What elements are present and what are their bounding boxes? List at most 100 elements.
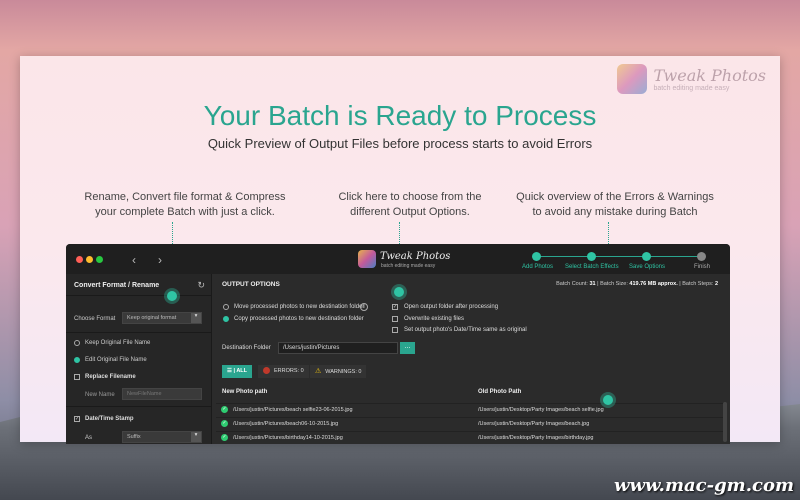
steps-progress-line — [536, 256, 702, 257]
column-new-path[interactable]: New Photo path — [222, 389, 267, 395]
app-tagline: batch editing made easy — [381, 263, 436, 269]
batch-steps-label: Batch Steps: — [682, 281, 714, 287]
step-label-finish[interactable]: Finish — [694, 264, 710, 270]
minimize-window-button[interactable] — [86, 256, 93, 263]
date-stamp-checkbox[interactable]: ✓ — [74, 416, 80, 422]
browse-folder-button[interactable]: ... — [400, 342, 415, 354]
callout-output-options: Click here to choose from the different … — [338, 191, 482, 218]
page-title: Your Batch is Ready to Process — [203, 100, 597, 131]
output-options-title: OUTPUT OPTIONS — [222, 281, 280, 288]
callout-dot — [394, 287, 404, 297]
filter-warnings-tab[interactable]: ⚠ WARNINGS: 0 — [310, 365, 367, 378]
brand-logo-icon — [617, 64, 648, 94]
new-name-input[interactable]: NewFileName — [122, 388, 202, 400]
callout-dot — [603, 395, 613, 405]
divider — [66, 295, 212, 296]
old-path-cell: /Users/justin/Desktop/Party Images/beach… — [478, 407, 604, 413]
brand-name: Tweak Photos — [653, 66, 766, 85]
stamp-position-select[interactable]: Suffix ▾ — [122, 431, 202, 443]
callout-rename: Rename, Convert file format & Compress y… — [84, 191, 286, 218]
new-path-cell: /Users/justin/Pictures/beach06-10-2015.j… — [233, 421, 339, 427]
column-old-path[interactable]: Old Photo Path — [478, 389, 521, 395]
filter-errors-tab[interactable]: ERRORS: 0 — [258, 365, 309, 378]
brand-tagline: batch editing made easy — [653, 85, 730, 92]
app-name: Tweak Photos — [380, 251, 451, 262]
error-icon — [263, 367, 270, 375]
batch-info: Batch Count: 31 | Batch Size: 419.76 MB … — [556, 281, 718, 287]
title-bar: ‹ › Tweak Photos batch editing made easy… — [66, 244, 730, 274]
stamp-position-value: Suffix — [127, 434, 141, 440]
move-option-label[interactable]: Move processed photos to new destination… — [234, 304, 364, 310]
batch-steps: 2 — [714, 281, 718, 287]
open-folder-checkbox[interactable]: ✓ — [392, 304, 398, 310]
edit-name-label[interactable]: Edit Original File Name — [85, 357, 147, 363]
back-chevron-icon[interactable]: ‹ — [132, 253, 136, 267]
step-label-select-effects[interactable]: Select Batch Effects — [565, 264, 619, 270]
old-path-cell: /Users/justin/Desktop/Party Images/birth… — [478, 435, 594, 441]
watermark: www.mac-gm.com — [614, 475, 794, 496]
step-dot-save-options[interactable] — [642, 252, 651, 261]
copy-option-radio[interactable] — [223, 316, 229, 322]
table-row[interactable]: ✓ /Users/justin/Pictures/beach selfie23-… — [216, 403, 724, 415]
refresh-icon[interactable]: ↻ — [197, 280, 205, 291]
edit-name-radio[interactable] — [74, 357, 80, 363]
success-check-icon: ✓ — [221, 420, 228, 427]
callout-dot — [167, 291, 177, 301]
table-row[interactable]: ✓ /Users/justin/Pictures/beach06-10-2015… — [216, 417, 724, 429]
filter-all-label: ALL — [236, 368, 248, 374]
info-icon[interactable]: i — [360, 303, 368, 311]
choose-format-label: Choose Format — [74, 316, 116, 322]
chevron-down-icon: ▾ — [191, 313, 201, 323]
filter-errors-label: ERRORS: 0 — [274, 368, 304, 374]
page-subtitle: Quick Preview of Output Files before pro… — [207, 136, 593, 151]
table-row[interactable]: ✓ /Users/justin/Pictures/birthday14-10-2… — [216, 431, 724, 443]
warning-icon: ⚠ — [315, 368, 322, 375]
date-stamp-label[interactable]: Date/Time Stamp — [85, 416, 134, 422]
format-select-value: Keep original format — [127, 315, 177, 321]
brand-logo: Tweak Photos batch editing made easy — [617, 64, 766, 94]
replace-filename-label[interactable]: Replace Filename — [85, 374, 136, 380]
batch-size: 419.76 MB approx. — [629, 281, 678, 287]
step-label-save-options[interactable]: Save Options — [629, 264, 665, 270]
divider — [66, 332, 212, 333]
keep-name-radio[interactable] — [74, 340, 80, 346]
chevron-down-icon: ▾ — [191, 432, 201, 442]
set-date-checkbox[interactable] — [392, 327, 398, 333]
old-path-cell: /Users/justin/Desktop/Party Images/beach… — [478, 421, 590, 427]
replace-filename-checkbox[interactable] — [74, 374, 80, 380]
move-option-radio[interactable] — [223, 304, 229, 310]
overwrite-label[interactable]: Overwrite existing files — [404, 316, 464, 322]
as-label: As — [85, 435, 93, 441]
success-check-icon: ✓ — [221, 406, 228, 413]
overwrite-checkbox[interactable] — [392, 316, 398, 322]
convert-rename-panel: Convert Format / Rename ↻ Choose Format … — [66, 274, 212, 444]
step-label-add-photos[interactable]: Add Photos — [522, 264, 553, 270]
step-dot-add-photos[interactable] — [532, 252, 541, 261]
close-window-button[interactable] — [76, 256, 83, 263]
filter-warnings-label: WARNINGS: 0 — [325, 369, 362, 375]
batch-count: 31 — [589, 281, 596, 287]
new-path-cell: /Users/justin/Pictures/beach selfie23-06… — [233, 407, 353, 413]
copy-option-label[interactable]: Copy processed photos to new destination… — [234, 316, 364, 322]
step-dot-finish[interactable] — [697, 252, 706, 261]
table-scrollbar[interactable] — [723, 402, 727, 442]
divider — [66, 406, 212, 407]
destination-folder-input[interactable]: /Users/justin/Pictures — [278, 342, 398, 354]
new-name-label: New Name — [85, 392, 115, 398]
destination-folder-label: Destination Folder — [222, 345, 271, 351]
step-dot-select-effects[interactable] — [587, 252, 596, 261]
panel-title: Convert Format / Rename — [74, 282, 160, 289]
app-logo-icon — [358, 250, 376, 268]
zoom-window-button[interactable] — [96, 256, 103, 263]
success-check-icon: ✓ — [221, 434, 228, 441]
forward-chevron-icon[interactable]: › — [158, 253, 162, 267]
app-window: ‹ › Tweak Photos batch editing made easy… — [66, 244, 730, 444]
open-folder-label[interactable]: Open output folder after processing — [404, 304, 498, 310]
batch-size-label: Batch Size: — [600, 281, 628, 287]
callout-errors: Quick overview of the Errors & Warnings … — [516, 191, 714, 218]
new-path-cell: /Users/justin/Pictures/birthday14-10-201… — [233, 435, 343, 441]
set-date-label[interactable]: Set output photo's Date/Time same as ori… — [404, 327, 527, 333]
format-select[interactable]: Keep original format ▾ — [122, 312, 202, 324]
filter-all-tab[interactable]: ☰ | ALL — [222, 365, 253, 378]
keep-name-label[interactable]: Keep Original File Name — [85, 340, 150, 346]
